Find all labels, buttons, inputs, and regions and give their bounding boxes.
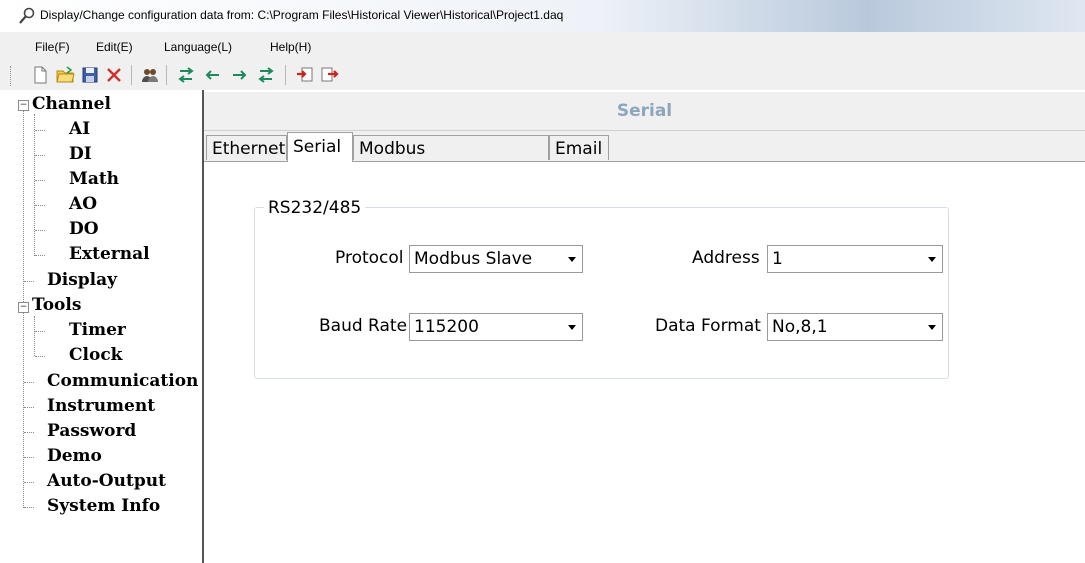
- address-label: Address: [692, 248, 760, 268]
- tree-connector: [35, 205, 45, 206]
- baud-rate-label: Baud Rate: [319, 316, 408, 336]
- chevron-down-icon[interactable]: [928, 257, 936, 262]
- baud-rate-value: 115200: [414, 317, 479, 337]
- menu-help[interactable]: Help(H): [270, 40, 311, 54]
- tab-ethernet[interactable]: Ethernet: [206, 135, 287, 160]
- toolbar-separator: [166, 65, 167, 85]
- move-right-icon[interactable]: [229, 65, 249, 85]
- toolbar: [0, 60, 1085, 90]
- expand-tools-toggle[interactable]: −: [18, 302, 29, 313]
- tree-connector: [35, 255, 45, 256]
- tab-modbus-client-master[interactable]: Modbus Client/Master: [353, 135, 549, 185]
- tree-connector: [34, 316, 35, 356]
- tree-connector: [24, 281, 34, 282]
- chevron-down-icon[interactable]: [568, 325, 576, 330]
- wrench-icon: [19, 7, 35, 24]
- tree-item-auto-output[interactable]: Auto-Output: [47, 471, 166, 491]
- tree-connector: [24, 432, 34, 433]
- move-left-icon[interactable]: [203, 65, 223, 85]
- menu-bar: File(F) Edit(E) Language(L) Help(H): [0, 32, 1085, 60]
- tree-item-password[interactable]: Password: [47, 421, 136, 441]
- toolbar-grip[interactable]: [10, 66, 14, 86]
- address-value: 1: [772, 249, 783, 269]
- move-first-icon[interactable]: [176, 65, 196, 85]
- data-format-label: Data Format: [655, 316, 761, 336]
- tree-item-instrument[interactable]: Instrument: [47, 396, 155, 416]
- import-icon[interactable]: [295, 65, 315, 85]
- tab-strip: Ethernet Serial Modbus Client/Master Ema…: [204, 131, 1085, 185]
- tree-item-demo[interactable]: Demo: [47, 446, 102, 466]
- rs232-485-group: [254, 207, 949, 379]
- tree-item-timer[interactable]: Timer: [69, 320, 126, 340]
- toolbar-separator: [285, 65, 286, 85]
- serial-settings-panel: RS232/485 Protocol Modbus Slave Address …: [204, 162, 1085, 563]
- data-format-select[interactable]: No,8,1: [767, 313, 943, 341]
- tree-connector: [35, 180, 45, 181]
- tree-item-ai[interactable]: AI: [69, 119, 90, 139]
- chevron-down-icon[interactable]: [928, 325, 936, 330]
- move-last-icon[interactable]: [256, 65, 276, 85]
- tree-item-communication[interactable]: Communication: [47, 371, 198, 391]
- tab-email[interactable]: Email: [549, 135, 609, 160]
- group-title: RS232/485: [264, 198, 366, 218]
- tree-connector: [24, 382, 34, 383]
- panel-header: Serial: [204, 92, 1085, 131]
- tree-connector: [24, 407, 34, 408]
- window-title: Display/Change configuration data from: …: [40, 8, 564, 22]
- protocol-label: Protocol: [335, 248, 404, 268]
- tree-connector: [24, 482, 34, 483]
- tree-item-do[interactable]: DO: [69, 219, 99, 239]
- tree-connector: [35, 130, 45, 131]
- delete-icon[interactable]: [104, 65, 124, 85]
- save-icon[interactable]: [80, 65, 100, 85]
- tree-item-di[interactable]: DI: [69, 144, 92, 164]
- tab-serial[interactable]: Serial: [287, 132, 353, 162]
- protocol-value: Modbus Slave: [414, 249, 533, 269]
- tree-item-clock[interactable]: Clock: [69, 345, 122, 365]
- expand-channel-toggle[interactable]: −: [18, 100, 29, 111]
- protocol-select[interactable]: Modbus Slave: [409, 245, 583, 273]
- chevron-down-icon[interactable]: [568, 257, 576, 262]
- menu-language[interactable]: Language(L): [164, 40, 232, 54]
- baud-rate-select[interactable]: 115200: [409, 313, 583, 341]
- tree-connector: [24, 457, 34, 458]
- export-icon[interactable]: [320, 65, 340, 85]
- tree-connector: [34, 114, 35, 256]
- navigation-tree: − Channel AI DI Math AO DO External Disp…: [14, 90, 204, 563]
- panel-title: Serial: [616, 101, 673, 121]
- address-select[interactable]: 1: [767, 245, 943, 273]
- tree-item-display[interactable]: Display: [47, 270, 117, 290]
- data-format-value: No,8,1: [772, 317, 828, 337]
- tree-connector: [35, 230, 45, 231]
- tree-item-external[interactable]: External: [69, 244, 150, 264]
- tree-connector: [35, 356, 45, 357]
- tree-connector: [35, 331, 45, 332]
- tree-item-system-info[interactable]: System Info: [47, 496, 160, 516]
- tree-connector: [35, 155, 45, 156]
- new-file-icon[interactable]: [30, 65, 50, 85]
- menu-edit[interactable]: Edit(E): [96, 40, 133, 54]
- open-folder-icon[interactable]: [55, 65, 75, 85]
- tree-connector: [24, 507, 34, 508]
- toolbar-separator: [131, 65, 132, 85]
- menu-file[interactable]: File(F): [35, 40, 70, 54]
- users-icon[interactable]: [140, 65, 160, 85]
- tree-item-ao[interactable]: AO: [69, 194, 97, 214]
- tree-item-channel[interactable]: Channel: [32, 94, 111, 114]
- tree-item-tools[interactable]: Tools: [32, 295, 81, 315]
- title-bar: Display/Change configuration data from: …: [0, 0, 1085, 33]
- tree-item-math[interactable]: Math: [69, 169, 119, 189]
